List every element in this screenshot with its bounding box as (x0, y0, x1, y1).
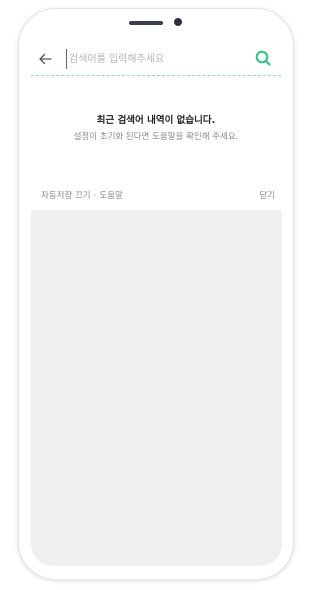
close-button[interactable]: 닫기 (259, 189, 275, 201)
autosave-off-button[interactable]: 자동저장 끄기 (41, 191, 91, 201)
search-icon (255, 50, 271, 66)
help-button[interactable]: 도움말 (99, 191, 122, 201)
search-button[interactable] (254, 49, 272, 67)
empty-state-subtitle: 설정이 초기화 된다면 도움말을 확인해 주세요. (73, 132, 239, 142)
search-underline (31, 75, 281, 76)
phone-speaker (129, 21, 163, 25)
back-button[interactable] (37, 51, 53, 67)
search-bar (31, 45, 281, 73)
phone-camera (174, 18, 182, 26)
empty-state-title: 최근 검색어 내역이 없습니다. (96, 115, 216, 126)
separator-dot: · (93, 191, 97, 201)
search-input[interactable] (66, 49, 249, 69)
content-panel (31, 210, 282, 566)
arrow-left-icon (39, 53, 52, 65)
recent-search-footer: 자동저장 끄기 · 도움말 닫기 (41, 189, 275, 203)
